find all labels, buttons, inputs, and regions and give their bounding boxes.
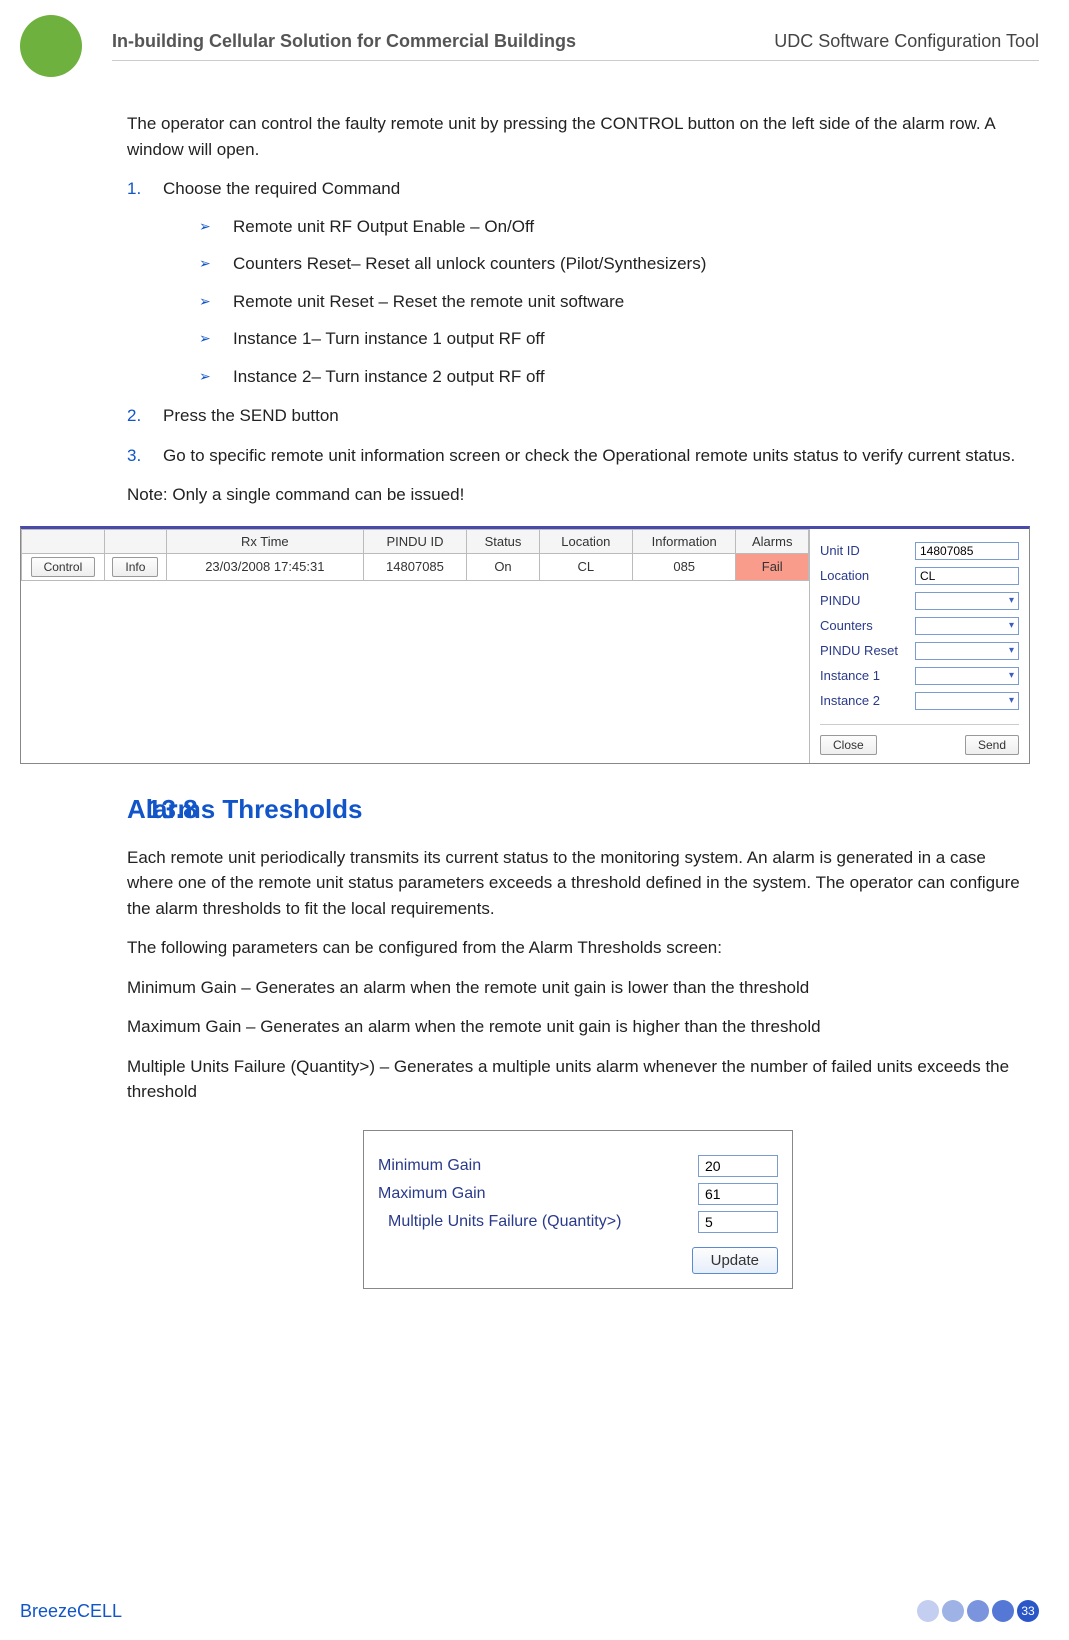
- step-3-text: Go to specific remote unit information s…: [163, 446, 1015, 465]
- dot-icon: [917, 1600, 939, 1622]
- max-gain-label: Maximum Gain: [378, 1185, 698, 1203]
- col-location: Location: [539, 529, 632, 553]
- cell-status: On: [467, 553, 539, 580]
- instance1-select[interactable]: ▾: [915, 667, 1019, 685]
- pindu-label: PINDU: [820, 593, 915, 608]
- header-subtitle-left: In-building Cellular Solution for Commer…: [112, 31, 576, 52]
- unit-id-label: Unit ID: [820, 543, 915, 558]
- info-button[interactable]: Info: [112, 557, 158, 577]
- instance2-label: Instance 2: [820, 693, 915, 708]
- control-cell: Control: [22, 553, 105, 580]
- chevron-down-icon: ▾: [1009, 595, 1014, 606]
- step-1-number: 1.: [127, 176, 141, 202]
- footer-dots: 33: [917, 1600, 1039, 1622]
- header-subtitle-right: UDC Software Configuration Tool: [774, 31, 1039, 52]
- para-min-gain: Minimum Gain – Generates an alarm when t…: [127, 975, 1029, 1001]
- command-item: Counters Reset– Reset all unlock counter…: [199, 251, 1029, 277]
- commands-list: Remote unit RF Output Enable – On/Off Co…: [199, 214, 1029, 390]
- note-text: Note: Only a single command can be issue…: [127, 482, 1029, 508]
- cell-location: CL: [539, 553, 632, 580]
- content: The operator can control the faulty remo…: [0, 87, 1069, 1289]
- page-header: In-building Cellular Solution for Commer…: [0, 0, 1069, 87]
- command-item: Remote unit RF Output Enable – On/Off: [199, 214, 1029, 240]
- update-button[interactable]: Update: [692, 1247, 778, 1274]
- table-row: Control Info 23/03/2008 17:45:31 1480708…: [22, 553, 809, 580]
- cell-pindu: 14807085: [363, 553, 467, 580]
- max-gain-field[interactable]: 61: [698, 1183, 778, 1205]
- header-titles: In-building Cellular Solution for Commer…: [112, 31, 1039, 61]
- col-information: Information: [632, 529, 736, 553]
- cell-alarms: Fail: [736, 553, 809, 580]
- intro-paragraph: The operator can control the faulty remo…: [127, 111, 1029, 162]
- para-max-gain: Maximum Gain – Generates an alarm when t…: [127, 1014, 1029, 1040]
- page-footer: BreezeCELL 33: [0, 1600, 1069, 1622]
- location-field[interactable]: CL: [915, 567, 1019, 585]
- steps-list: 1. Choose the required Command Remote un…: [127, 176, 1029, 468]
- thresholds-panel: Minimum Gain20 Maximum Gain61 Multiple U…: [363, 1130, 793, 1289]
- col-rx-time: Rx Time: [166, 529, 363, 553]
- pindu-reset-select[interactable]: ▾: [915, 642, 1019, 660]
- col-alarms: Alarms: [736, 529, 809, 553]
- send-button[interactable]: Send: [965, 735, 1019, 755]
- cell-rx-time: 23/03/2008 17:45:31: [166, 553, 363, 580]
- col-blank2: [104, 529, 166, 553]
- multi-fail-label: Multiple Units Failure (Quantity>): [378, 1213, 698, 1231]
- dot-icon: [967, 1600, 989, 1622]
- pindu-select[interactable]: ▾: [915, 592, 1019, 610]
- col-status: Status: [467, 529, 539, 553]
- cell-info: 085: [632, 553, 736, 580]
- alarm-grid: Rx Time PINDU ID Status Location Informa…: [21, 529, 809, 763]
- para-overview: Each remote unit periodically transmits …: [127, 845, 1029, 922]
- para-multi-fail: Multiple Units Failure (Quantity>) – Gen…: [127, 1054, 1029, 1105]
- pindu-reset-label: PINDU Reset: [820, 643, 915, 658]
- counters-label: Counters: [820, 618, 915, 633]
- step-1: 1. Choose the required Command Remote un…: [127, 176, 1029, 389]
- location-label: Location: [820, 568, 915, 583]
- min-gain-field[interactable]: 20: [698, 1155, 778, 1177]
- dot-icon: [992, 1600, 1014, 1622]
- command-item: Instance 1– Turn instance 1 output RF of…: [199, 326, 1029, 352]
- info-cell: Info: [104, 553, 166, 580]
- instance2-select[interactable]: ▾: [915, 692, 1019, 710]
- step-2-number: 2.: [127, 403, 141, 429]
- footer-brand: BreezeCELL: [20, 1601, 122, 1622]
- control-side-panel: Unit ID14807085 LocationCL PINDU ▾ Counte…: [809, 529, 1029, 763]
- command-item: Instance 2– Turn instance 2 output RF of…: [199, 364, 1029, 390]
- section-heading-row: 13.8 Alarms Thresholds: [127, 794, 1029, 825]
- logo-icon: [20, 15, 82, 77]
- col-blank1: [22, 529, 105, 553]
- table-header-row: Rx Time PINDU ID Status Location Informa…: [22, 529, 809, 553]
- control-button[interactable]: Control: [31, 557, 96, 577]
- step-2: 2. Press the SEND button: [127, 403, 1029, 429]
- instance1-label: Instance 1: [820, 668, 915, 683]
- section-title: Alarms Thresholds: [127, 794, 1029, 825]
- chevron-down-icon: ▾: [1009, 645, 1014, 656]
- step-3: 3. Go to specific remote unit informatio…: [127, 443, 1029, 469]
- para-intro-params: The following parameters can be configur…: [127, 935, 1029, 961]
- command-item: Remote unit Reset – Reset the remote uni…: [199, 289, 1029, 315]
- section-number: 13.8: [147, 794, 198, 825]
- counters-select[interactable]: ▾: [915, 617, 1019, 635]
- min-gain-label: Minimum Gain: [378, 1157, 698, 1175]
- chevron-down-icon: ▾: [1009, 695, 1014, 706]
- alarm-table: Rx Time PINDU ID Status Location Informa…: [21, 529, 809, 581]
- step-2-text: Press the SEND button: [163, 406, 339, 425]
- unit-id-field[interactable]: 14807085: [915, 542, 1019, 560]
- multi-fail-field[interactable]: 5: [698, 1211, 778, 1233]
- dot-icon: [942, 1600, 964, 1622]
- close-button[interactable]: Close: [820, 735, 877, 755]
- step-1-text: Choose the required Command: [163, 179, 400, 198]
- col-pindu-id: PINDU ID: [363, 529, 467, 553]
- chevron-down-icon: ▾: [1009, 620, 1014, 631]
- chevron-down-icon: ▾: [1009, 670, 1014, 681]
- step-3-number: 3.: [127, 443, 141, 469]
- control-grid-panel: Rx Time PINDU ID Status Location Informa…: [20, 526, 1030, 764]
- page-number-badge: 33: [1017, 1600, 1039, 1622]
